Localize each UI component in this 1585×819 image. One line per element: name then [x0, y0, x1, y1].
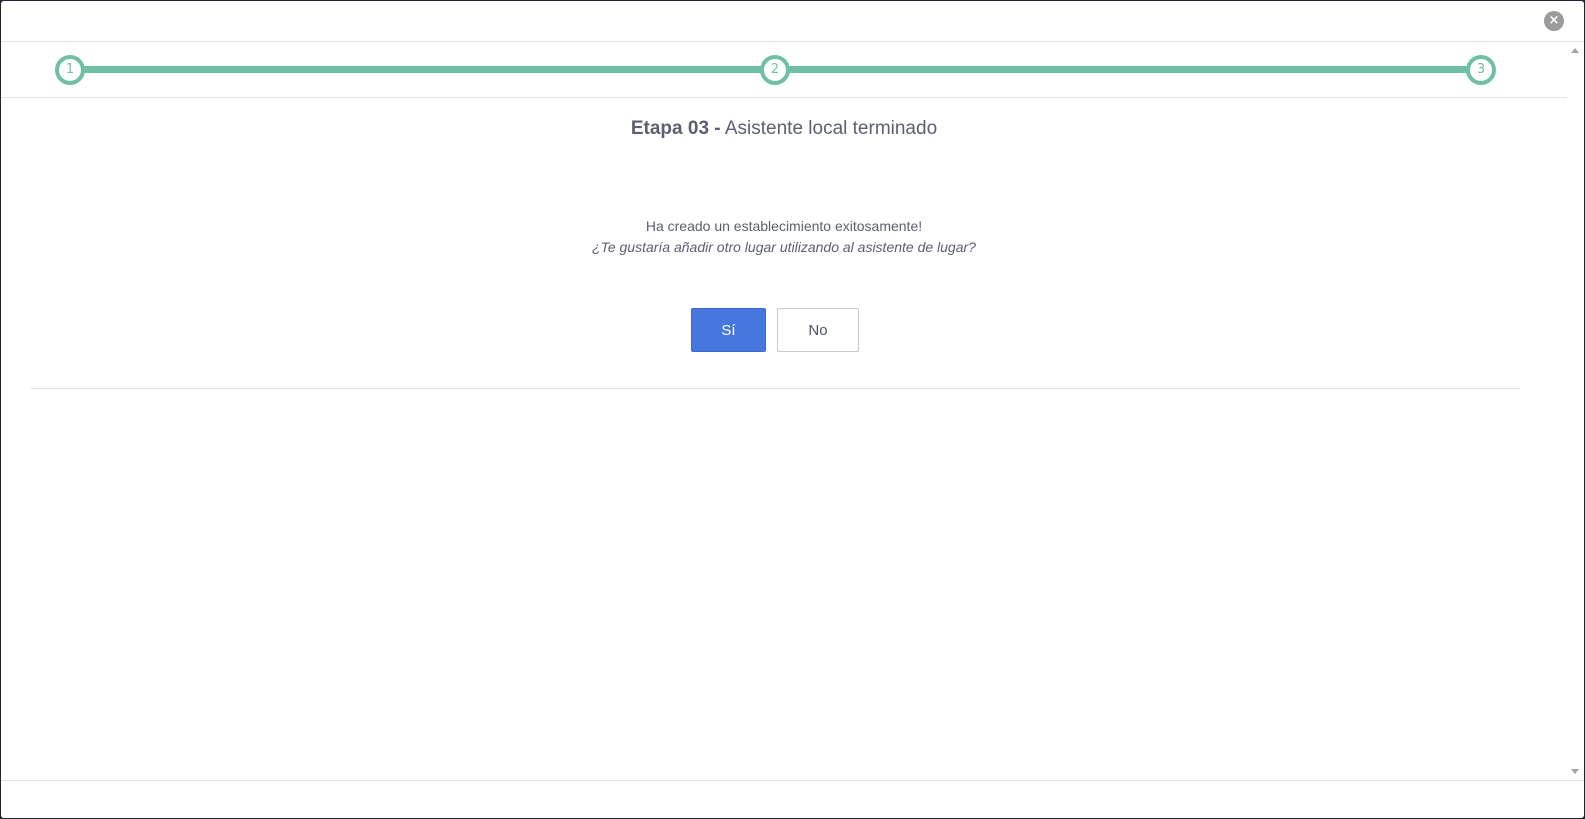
wizard-stepper: 1 2 3: [1, 42, 1567, 98]
step-2[interactable]: 2: [760, 55, 790, 85]
scroll-up-icon[interactable]: [1571, 48, 1579, 53]
question-text: ¿Te gustaría añadir otro lugar utilizand…: [592, 239, 976, 255]
scrollbar[interactable]: [1567, 42, 1584, 780]
no-button[interactable]: No: [777, 308, 859, 352]
page-title-text: Asistente local terminado: [720, 118, 938, 139]
success-message: Ha creado un establecimiento exitosament…: [1, 216, 1567, 258]
step-3[interactable]: 3: [1466, 55, 1496, 85]
close-icon[interactable]: ×: [1544, 11, 1564, 31]
modal-footer: [1, 780, 1584, 818]
modal-header: ×: [1, 1, 1584, 42]
page-title: Etapa 03 - Asistente local terminado: [1, 118, 1567, 140]
scroll-down-icon[interactable]: [1571, 769, 1579, 774]
wizard-modal: × 1 2 3 Etapa 03 - Asistente local termi…: [1, 1, 1584, 818]
divider: [31, 388, 1520, 389]
success-text: Ha creado un establecimiento exitosament…: [645, 218, 923, 234]
yes-button[interactable]: Sí: [691, 308, 766, 352]
page-title-step: Etapa 03 -: [630, 118, 721, 139]
step-1[interactable]: 1: [55, 55, 85, 85]
